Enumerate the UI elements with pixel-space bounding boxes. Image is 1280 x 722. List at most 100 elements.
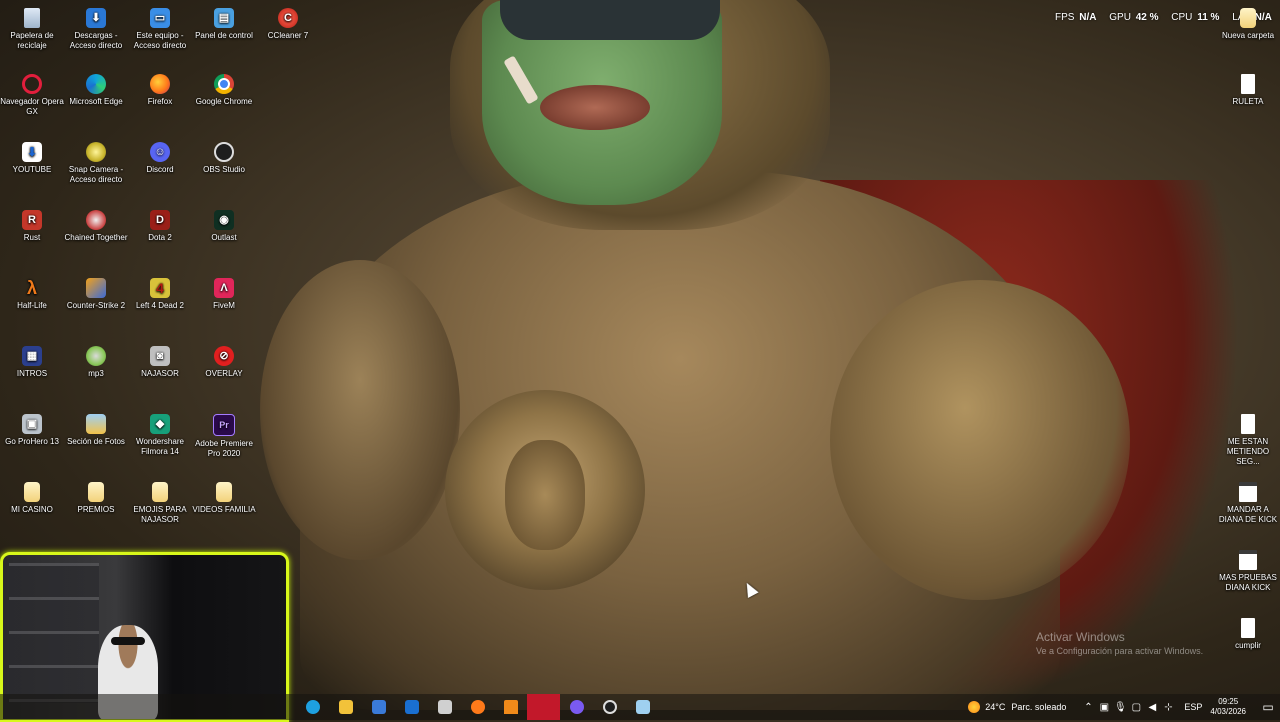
desktop-icon-cumplir[interactable]: cumplir	[1216, 618, 1280, 651]
firefox-icon	[470, 700, 485, 714]
display-icon[interactable]: ▢	[1128, 702, 1144, 713]
clock[interactable]: 09:25 4/03/2026	[1210, 697, 1246, 717]
desktop-icon-label: PREMIOS	[77, 505, 115, 514]
wallpaper-lion-emblem	[445, 390, 645, 590]
outlast-icon: ◉	[214, 210, 234, 230]
desktop-icon-recycle-bin[interactable]: Papelera de reciclaje	[0, 8, 64, 51]
desktop-icon-discord[interactable]: ☺ Discord	[128, 142, 192, 175]
desktop-icon-ruleta[interactable]: RULETA	[1216, 74, 1280, 107]
desktop-icon-label: MAS PRUEBAS DIANA KICK	[1219, 573, 1277, 592]
folder-icon	[338, 700, 353, 714]
counter-strike-icon	[86, 278, 106, 298]
desktop-icon-downloads[interactable]: ⬇ Descargas - Acceso directo	[64, 8, 128, 51]
taskbar-obs[interactable]	[593, 694, 626, 720]
firefox-icon	[150, 74, 170, 94]
taskbar-outlook[interactable]	[395, 694, 428, 720]
taskbar-discord[interactable]	[560, 694, 593, 720]
taskbar-file-explorer[interactable]	[329, 694, 362, 720]
desktop-icon-chained-together[interactable]: Chained Together	[64, 210, 128, 243]
notepad-icon	[1239, 482, 1257, 502]
desktop-icon-edge[interactable]: Microsoft Edge	[64, 74, 128, 107]
folder-icon	[1240, 8, 1256, 28]
desktop-icon-label: Chained Together	[64, 233, 128, 242]
desktop-icon-mas-pruebas[interactable]: MAS PRUEBAS DIANA KICK	[1216, 550, 1280, 593]
desktop-icon-opera-gx[interactable]: Navegador Opera GX	[0, 74, 64, 117]
desktop-icon-firefox[interactable]: Firefox	[128, 74, 192, 107]
taskbar-vlc[interactable]	[494, 694, 527, 720]
chat-icon	[437, 700, 452, 714]
desktop-icon-fivem[interactable]: Λ FiveM	[192, 278, 256, 311]
chained-together-icon	[86, 210, 106, 230]
desktop-icon-outlast[interactable]: ◉ Outlast	[192, 210, 256, 243]
language-indicator[interactable]: ESP	[1184, 702, 1202, 712]
taskbar-recording[interactable]	[527, 694, 560, 720]
rust-icon: R	[22, 210, 42, 230]
desktop-icon-label: mp3	[88, 369, 104, 378]
desktop-icon-half-life[interactable]: λ Half-Life	[0, 278, 64, 311]
taskbar-notepad[interactable]	[626, 694, 659, 720]
desktop-icon-dota[interactable]: D Dota 2	[128, 210, 192, 243]
notepad-icon	[635, 700, 650, 714]
desktop-icon-left4dead[interactable]: 4 Left 4 Dead 2	[128, 278, 192, 311]
store-icon	[371, 700, 386, 714]
desktop-icon-intros[interactable]: ▦ INTROS	[0, 346, 64, 379]
desktop-icon-snap-camera[interactable]: Snap Camera - Acceso directo	[64, 142, 128, 185]
desktop-icon-overlay[interactable]: ⊘ OVERLAY	[192, 346, 256, 379]
wallpaper-lion-face	[505, 440, 585, 550]
desktop-icon-control-panel[interactable]: ▤ Panel de control	[192, 8, 256, 41]
desktop-icon-obs[interactable]: OBS Studio	[192, 142, 256, 175]
activate-windows-watermark: Activar Windows Ve a Configuración para …	[1036, 630, 1203, 656]
desktop-icon-youtube[interactable]: YOUTUBE	[0, 142, 64, 175]
desktop-icon-filmora[interactable]: ◆ Wondershare Filmora 14	[128, 414, 192, 457]
notification-icon[interactable]: ▭	[1256, 700, 1280, 714]
weather-widget[interactable]: 24°C Parc. soleado	[968, 701, 1066, 713]
desktop-icon-chrome[interactable]: Google Chrome	[192, 74, 256, 107]
desktop-icon-label: INTROS	[16, 369, 48, 378]
desktop-icon-label: OBS Studio	[203, 165, 245, 174]
desktop-icon-rust[interactable]: R Rust	[0, 210, 64, 243]
fivem-icon: Λ	[214, 278, 234, 298]
desktop-icon-label: Nueva carpeta	[1221, 31, 1275, 40]
wallpaper-shoulder-left	[260, 260, 460, 560]
desktop-icon-nueva-carpeta[interactable]: Nueva carpeta	[1216, 8, 1280, 41]
network-icon[interactable]: ⊹	[1160, 702, 1176, 713]
desktop-icon-gopro[interactable]: ▣ Go ProHero 13	[0, 414, 64, 447]
desktop-icon-counter-strike[interactable]: Counter-Strike 2	[64, 278, 128, 311]
desktop-icon-premiere[interactable]: Pr Adobe Premiere Pro 2020	[192, 414, 256, 459]
desktop-icon-najasor[interactable]: ◙ NAJASOR	[128, 346, 192, 379]
desktop-icon-photos[interactable]: Seción de Fotos	[64, 414, 128, 447]
speaker-icon[interactable]: ◀	[1144, 702, 1160, 713]
desktop-icon-mi-casino[interactable]: MI CASINO	[0, 482, 64, 515]
wallpaper-armor	[300, 170, 1060, 710]
desktop-icon-label: Papelera de reciclaje	[10, 31, 54, 50]
taskbar-store[interactable]	[362, 694, 395, 720]
desktop-icon-label: Adobe Premiere Pro 2020	[195, 439, 253, 458]
mp3-icon	[86, 346, 106, 366]
chevron-up-icon[interactable]: ⌃	[1080, 702, 1096, 713]
desktop-icon-label: YOUTUBE	[12, 165, 52, 174]
desktop-icon-mp3[interactable]: mp3	[64, 346, 128, 379]
desktop-icon-label: OVERLAY	[205, 369, 243, 378]
camera-icon: ◙	[150, 346, 170, 366]
desktop-icon-videos-familia[interactable]: VIDEOS FAMILIA	[192, 482, 256, 515]
camera-tray-icon[interactable]: ▣	[1096, 702, 1112, 713]
clock-date: 4/03/2026	[1210, 707, 1246, 716]
text-file-icon	[1241, 414, 1255, 434]
chrome-icon	[214, 74, 234, 94]
microphone-icon[interactable]: 🎙	[1112, 702, 1128, 713]
desktop-icon-premios[interactable]: PREMIOS	[64, 482, 128, 515]
taskbar-firefox[interactable]	[461, 694, 494, 720]
system-tray: 24°C Parc. soleado ⌃ ▣ 🎙 ▢ ◀ ⊹ ESP 09:25…	[968, 694, 1280, 720]
edge-icon	[86, 74, 106, 94]
desktop-icon-me-estan[interactable]: ME ESTAN METIENDO SEG...	[1216, 414, 1280, 467]
desktop-icon-label: MI CASINO	[11, 505, 53, 514]
obs-icon	[214, 142, 234, 162]
desktop-icon-mandar-diana[interactable]: MANDAR A DIANA DE KICK	[1216, 482, 1280, 525]
taskbar-chat[interactable]	[428, 694, 461, 720]
outlook-icon	[404, 700, 419, 714]
desktop-icon-label: FiveM	[213, 301, 235, 310]
desktop-icon-emojis[interactable]: EMOJIS PARA NAJASOR	[128, 482, 192, 525]
desktop-icon-this-pc[interactable]: ▭ Este equipo - Acceso directo	[128, 8, 192, 51]
desktop-icon-ccleaner[interactable]: C CCleaner 7	[256, 8, 320, 41]
taskbar-edge[interactable]	[296, 694, 329, 720]
